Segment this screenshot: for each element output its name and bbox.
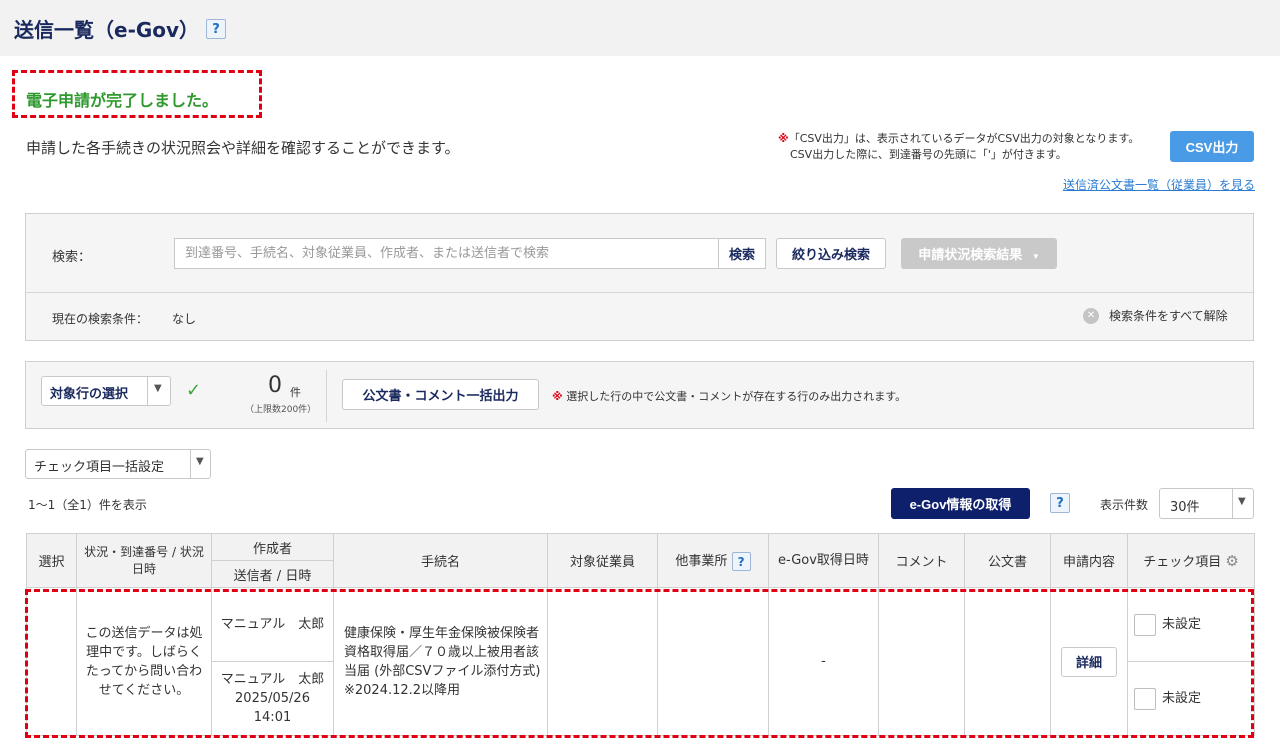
sender-name: マニュアル 太郎 — [220, 672, 325, 687]
count-limit: （上限数200件） — [245, 405, 317, 415]
sender-cell: マニュアル 太郎 2025/05/26 14:01 — [211, 661, 334, 736]
per-page-value: 30件 — [1170, 500, 1200, 515]
check-cell-1: 未設定 — [1127, 587, 1255, 662]
detail-button[interactable]: 詳細 — [1061, 646, 1117, 677]
csv-note: ※「CSV出力」は、表示されているデータがCSV出力の対象となります。 CSV出… — [778, 131, 1139, 163]
header-select: 選択 — [26, 533, 77, 588]
filter-search-button[interactable]: 絞り込み検索 — [776, 238, 886, 269]
clear-icon[interactable]: ✕ — [1083, 307, 1099, 324]
clear-conditions[interactable]: ✕ 検索条件をすべて解除 — [1083, 307, 1228, 324]
csv-note-line2: CSV出力した際に、到達番号の先頭に「'」が付きます。 — [790, 148, 1067, 161]
completion-message: 電子申請が完了しました。 — [26, 91, 219, 110]
check-icon: ✓ — [186, 380, 202, 401]
chevron-down-icon[interactable]: ▼ — [154, 383, 162, 394]
table-row: この送信データは処理中です。しばらくたってから問い合わせてください。 マニュアル… — [26, 587, 1255, 736]
page-description: 申請した各手続きの状況照会や詳細を確認することができます。 — [26, 139, 460, 157]
egov-date-cell: - — [768, 587, 879, 736]
chevron-down-icon: ▼ — [1031, 252, 1040, 261]
sent-time: 14:01 — [253, 710, 292, 725]
search-input[interactable]: 到達番号、手続名、対象従業員、作成者、または送信者で検索 — [174, 238, 719, 269]
other-office-cell — [657, 587, 769, 736]
header-procedure: 手続名 — [333, 533, 548, 588]
per-page-label: 表示件数 — [1100, 498, 1149, 512]
header-status: 状況・到達番号 / 状況日時 — [76, 533, 212, 588]
search-label: 検索： — [52, 250, 92, 265]
bulk-output-button[interactable]: 公文書・コメント一括出力 — [342, 379, 539, 410]
creator-cell: マニュアル 太郎 — [211, 587, 334, 662]
check-bulk-dropdown[interactable]: チェック項目一括設定 ▼ — [25, 449, 211, 479]
comment-cell — [878, 587, 965, 736]
count-unit: 件 — [290, 386, 301, 399]
clear-conditions-label[interactable]: 検索条件をすべて解除 — [1109, 307, 1228, 324]
check-status: 未設定 — [1162, 617, 1202, 632]
checkbox[interactable] — [1134, 687, 1156, 710]
search-panel: 検索： 到達番号、手続名、対象従業員、作成者、または送信者で検索 検索 絞り込み… — [25, 213, 1254, 341]
bulk-note: ※ 選択した行の中で公文書・コメントが存在する行のみ出力されます。 — [552, 388, 906, 404]
header-egov-date: e-Gov取得日時 — [768, 533, 879, 588]
divider — [1232, 489, 1233, 518]
header-content: 申請内容 — [1050, 533, 1128, 588]
header-comment: コメント — [878, 533, 965, 588]
other-office-label: 他事業所 — [675, 554, 728, 569]
select-cell — [26, 587, 77, 736]
csv-note-line1: 「CSV出力」は、表示されているデータがCSV出力の対象となります。 — [788, 132, 1140, 145]
page-header: 送信一覧（e-Gov） ? — [0, 0, 1280, 56]
csv-export-button[interactable]: CSV出力 — [1170, 131, 1254, 162]
header-creator: 作成者 — [211, 533, 334, 561]
help-icon[interactable]: ? — [731, 552, 751, 571]
selection-panel: 対象行の選択 ▼ ✓ 0 件 （上限数200件） 公文書・コメント一括出力 ※ … — [25, 361, 1254, 429]
condition-value: なし — [172, 312, 197, 326]
header-employee: 対象従業員 — [547, 533, 658, 588]
status-result-label: 申請状況検索結果 — [918, 247, 1023, 262]
row-select-label: 対象行の選択 — [50, 387, 129, 402]
divider — [190, 450, 191, 478]
selected-count: 0 — [268, 373, 282, 398]
row-select-dropdown[interactable]: 対象行の選択 ▼ — [41, 376, 171, 406]
status-cell: この送信データは処理中です。しばらくたってから問い合わせてください。 — [76, 587, 212, 736]
header-check-items: チェック項目 ⚙ — [1127, 533, 1255, 588]
condition-label: 現在の検索条件： — [52, 312, 149, 326]
sent-docs-link[interactable]: 送信済公文書一覧（従業員）を見る — [1063, 176, 1255, 193]
help-icon[interactable]: ? — [206, 19, 226, 39]
per-page-select[interactable]: 30件 ▼ — [1159, 488, 1254, 519]
header-official-doc: 公文書 — [964, 533, 1051, 588]
result-count: 1〜1（全1）件を表示 — [28, 498, 147, 512]
check-status: 未設定 — [1162, 691, 1202, 706]
header-other-office: 他事業所 ? — [657, 533, 769, 588]
divider — [326, 370, 327, 422]
check-items-label: チェック項目 — [1143, 555, 1222, 570]
chevron-down-icon[interactable]: ▼ — [196, 456, 204, 467]
note-mark: ※ — [552, 390, 563, 403]
header-sender: 送信者 / 日時 — [211, 560, 334, 588]
page-title: 送信一覧（e-Gov） — [14, 18, 200, 42]
gear-icon[interactable]: ⚙ — [1225, 552, 1238, 570]
check-bulk-label: チェック項目一括設定 — [34, 460, 165, 475]
check-cell-2: 未設定 — [1127, 661, 1255, 736]
note-mark: ※ — [778, 132, 789, 145]
status-result-button[interactable]: 申請状況検索結果 ▼ — [901, 238, 1057, 269]
employee-cell — [547, 587, 658, 736]
sent-date: 2025/05/26 — [235, 691, 310, 706]
procedure-cell: 健康保険・厚生年金保険被保険者資格取得届／７０歳以上被用者該当届 (外部CSVフ… — [333, 587, 554, 736]
official-doc-cell — [964, 587, 1051, 736]
help-icon[interactable]: ? — [1050, 493, 1070, 513]
submission-table: 選択 状況・到達番号 / 状況日時 作成者 手続名 対象従業員 他事業所 ? e… — [26, 533, 1255, 736]
bulk-note-text: 選択した行の中で公文書・コメントが存在する行のみ出力されます。 — [566, 390, 907, 403]
egov-fetch-button[interactable]: e-Gov情報の取得 — [891, 488, 1030, 519]
divider — [26, 292, 1253, 293]
divider — [147, 377, 148, 405]
chevron-down-icon[interactable]: ▼ — [1238, 496, 1246, 507]
content-cell: 詳細 — [1050, 587, 1128, 736]
search-button[interactable]: 検索 — [718, 238, 766, 269]
checkbox[interactable] — [1134, 613, 1156, 636]
